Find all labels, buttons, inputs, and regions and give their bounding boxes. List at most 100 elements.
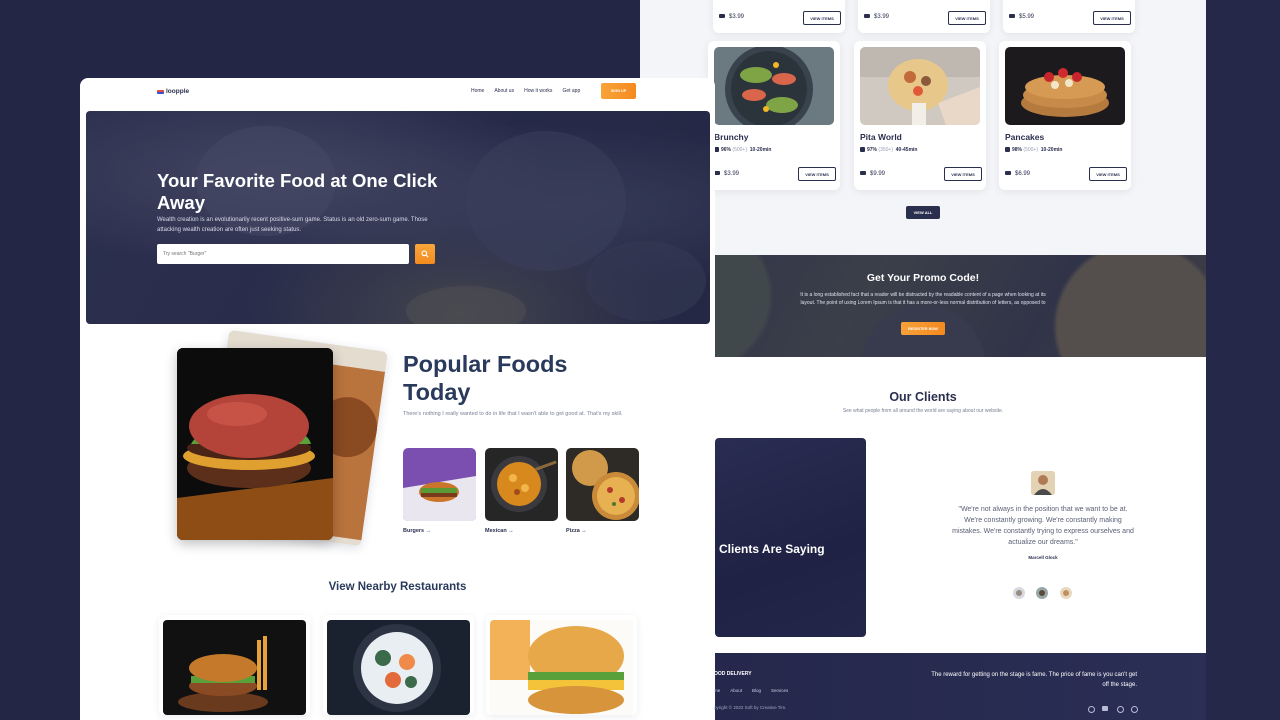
rating: 96% <box>721 147 732 153</box>
nearby-restaurant-image <box>163 620 306 715</box>
restaurant-card-top-1: $3.99 VIEW ITEMS <box>713 0 845 33</box>
category-image-pizza[interactable] <box>566 448 639 521</box>
nearby-restaurants-title: View Nearby Restaurants <box>328 581 467 593</box>
category-link-burgers[interactable]: Burgers → <box>403 528 431 534</box>
nav-get-app[interactable]: Get app <box>562 88 580 94</box>
clients-title: Our Clients <box>889 390 957 404</box>
avatar-thumb-2[interactable] <box>1036 587 1048 599</box>
footer-link-about[interactable]: About <box>730 688 742 693</box>
price-value: $3.99 <box>874 14 890 20</box>
thumbs-up-icon <box>1005 147 1010 153</box>
delivery-time: 10-20min <box>1040 147 1063 153</box>
reviews: (500+) <box>732 147 747 153</box>
popular-main-image <box>177 348 333 540</box>
delivery-time: 10-20min <box>749 147 772 153</box>
view-items-button[interactable]: VIEW ITEMS <box>948 11 986 25</box>
nearby-restaurant-image <box>327 620 470 715</box>
nearby-restaurant-image <box>490 620 633 715</box>
footer-link-services[interactable]: Services <box>771 688 788 693</box>
restaurant-card-pita-world[interactable]: Pita World 97% (350+) 40-45min $9.99 VIE… <box>854 41 986 190</box>
avatar-thumb-1[interactable] <box>1013 587 1025 599</box>
view-items-button[interactable]: VIEW ITEMS <box>944 167 982 181</box>
view-items-button[interactable]: VIEW ITEMS <box>798 167 836 181</box>
rating: 98% <box>1012 147 1023 153</box>
restaurant-name: Pita World <box>860 132 902 142</box>
footer-link-home[interactable]: me <box>714 688 720 693</box>
truck-icon <box>1009 14 1015 19</box>
category-link-mexican[interactable]: Mexican → <box>485 528 514 534</box>
register-now-button[interactable]: REGISTER NOW <box>901 322 945 335</box>
nearby-restaurant-card[interactable] <box>323 615 474 715</box>
price: $6.99 <box>1005 171 1030 177</box>
restaurant-name: Brunchy <box>714 132 749 142</box>
category-link-pizza[interactable]: Pizza → <box>566 528 587 534</box>
hero-title: Your Favorite Food at One Click Away <box>157 170 438 213</box>
price: $3.99 <box>719 14 744 20</box>
search-icon <box>421 250 429 258</box>
footer-brand: OOD DELIVERY <box>714 671 752 677</box>
footer-link-blog[interactable]: Blog <box>752 688 761 693</box>
restaurant-name: Pancakes <box>1005 132 1045 142</box>
nav-how-it-works[interactable]: How it works <box>524 88 552 94</box>
price: $3.99 <box>714 171 739 177</box>
sign-up-button[interactable]: SIGN UP <box>601 83 636 99</box>
truck-icon <box>719 14 725 19</box>
testimonial-quote: "We're not always in the position that w… <box>952 506 1134 546</box>
view-items-button[interactable]: VIEW ITEMS <box>1093 11 1131 25</box>
delivery-time: 40-45min <box>895 147 918 153</box>
category-image-burgers[interactable] <box>403 448 476 521</box>
instagram-icon[interactable] <box>1088 706 1095 713</box>
restaurant-meta: 96% (500+) 10-20min <box>714 147 771 153</box>
price-value: $6.99 <box>1015 171 1031 177</box>
restaurant-card-top-3: $5.99 VIEW ITEMS <box>1003 0 1135 33</box>
view-items-button[interactable]: VIEW ITEMS <box>1089 167 1127 181</box>
thumbs-up-icon <box>860 147 865 153</box>
restaurant-meta: 97% (350+) 40-45min <box>860 147 917 153</box>
left-page: loopple Home About us How it works Get a… <box>80 78 715 720</box>
twitter-icon[interactable] <box>1102 706 1108 711</box>
brand-logo[interactable]: loopple <box>157 88 189 95</box>
nav-home[interactable]: Home <box>471 88 484 94</box>
footer-tagline: The reward for getting on the stage is f… <box>931 672 1137 688</box>
avatar-thumb-3[interactable] <box>1060 587 1072 599</box>
restaurant-card-brunchy[interactable]: Brunchy 96% (500+) 10-20min $3.99 VIEW I… <box>708 41 840 190</box>
logo-icon <box>157 89 164 94</box>
nav-about-us[interactable]: About us <box>494 88 514 94</box>
view-items-button[interactable]: VIEW ITEMS <box>803 11 841 25</box>
truck-icon <box>860 171 866 176</box>
footer-copyright: pyright © 2022 Soft by Creative Tim. <box>714 705 787 710</box>
clients-subtitle: See what people from all around the worl… <box>842 408 1004 414</box>
price: $3.99 <box>864 14 889 20</box>
footer-links: me About Blog Services <box>714 688 788 693</box>
price-value: $3.99 <box>724 171 740 177</box>
restaurant-card-pancakes[interactable]: Pancakes 98% (500+) 10-20min $6.99 VIEW … <box>999 41 1131 190</box>
pinterest-icon[interactable] <box>1117 706 1124 713</box>
nearby-restaurant-card[interactable] <box>486 615 637 715</box>
avatar <box>1031 471 1055 495</box>
restaurant-image-pita-world <box>860 47 980 125</box>
nearby-restaurant-card[interactable] <box>159 615 310 715</box>
truck-icon <box>1005 171 1011 176</box>
restaurant-image-brunchy <box>714 47 834 125</box>
price-value: $3.99 <box>729 14 745 20</box>
rating: 97% <box>867 147 878 153</box>
clients-panel: Clients Are Saying <box>715 438 866 637</box>
view-all-button[interactable]: VIEW ALL <box>906 206 940 219</box>
restaurant-card-top-2: $3.99 VIEW ITEMS <box>858 0 990 33</box>
restaurant-image-pancakes <box>1005 47 1125 125</box>
search-input[interactable] <box>157 244 409 264</box>
promo-text: It is a long established fact that a rea… <box>800 292 1046 306</box>
reviews: (500+) <box>1023 147 1038 153</box>
reviews: (350+) <box>878 147 893 153</box>
brand-name: loopple <box>166 88 190 95</box>
category-image-mexican[interactable] <box>485 448 558 521</box>
truck-icon <box>864 14 870 19</box>
search-button[interactable] <box>415 244 435 264</box>
price-value: $5.99 <box>1019 14 1035 20</box>
price: $5.99 <box>1009 14 1034 20</box>
testimonial-author: Marcell Glock <box>1028 555 1058 560</box>
github-icon[interactable] <box>1131 706 1138 713</box>
price-value: $9.99 <box>870 171 886 177</box>
promo-title: Get Your Promo Code! <box>866 272 980 284</box>
popular-subtitle: There's nothing I really wanted to do in… <box>403 411 623 417</box>
